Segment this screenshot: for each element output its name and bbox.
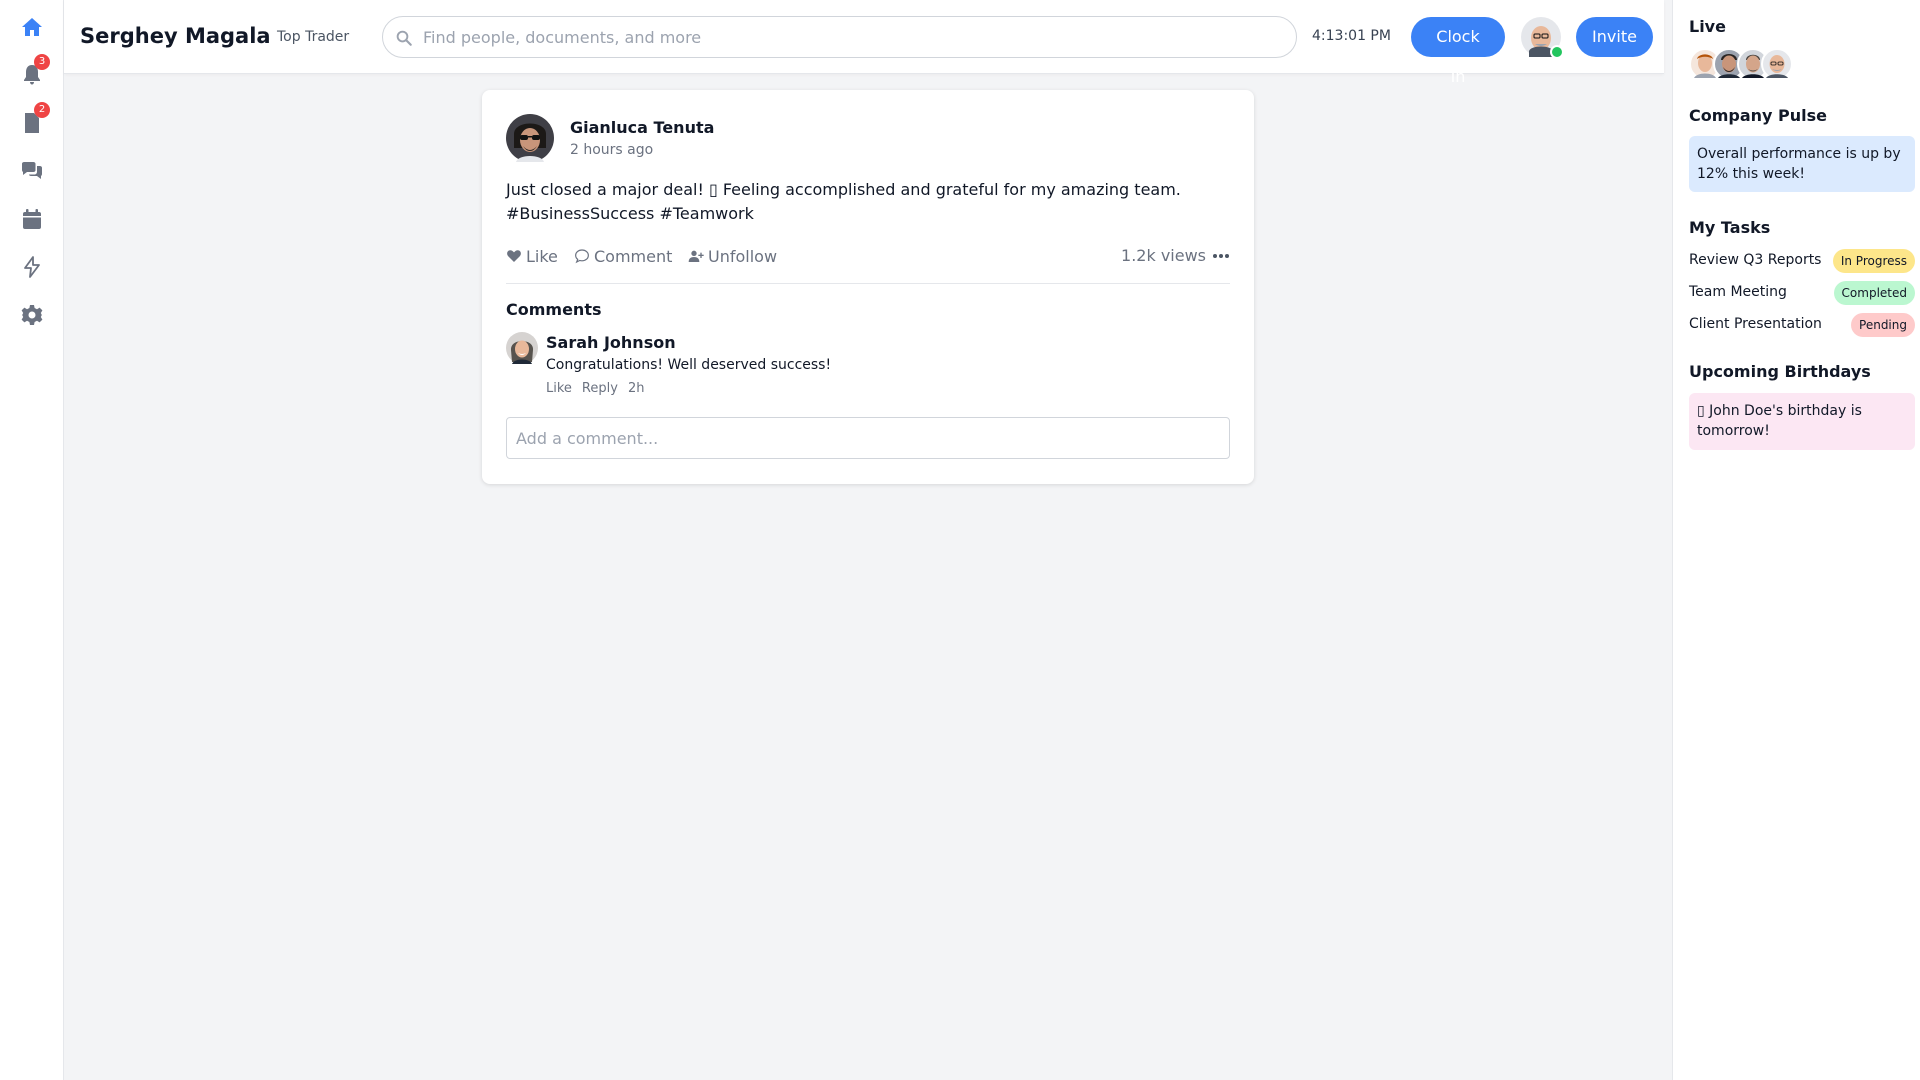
status-badge: In Progress	[1832, 249, 1915, 273]
task-item[interactable]: Client Presentation Pending	[1689, 313, 1915, 337]
comment-author[interactable]: Sarah Johnson	[546, 333, 676, 352]
chat-icon	[22, 162, 42, 179]
unfollow-button[interactable]: Unfollow	[688, 244, 777, 268]
search-icon	[396, 30, 412, 46]
post-actions: Like Comment Unfollow 1.2k views	[506, 244, 1230, 268]
right-panel: Live Company Pulse Overall performance i…	[1672, 0, 1920, 1080]
clock-in-button[interactable]: Clock In	[1411, 17, 1505, 86]
nav-notifications[interactable]: 3	[18, 54, 50, 89]
nav-rail: 3 2	[0, 0, 64, 1080]
comment-time: 2h	[627, 381, 645, 396]
post-author-avatar[interactable]	[506, 114, 554, 162]
app-root: 3 2 Serghey Magala Top Trader 4:13:01 PM…	[0, 0, 1920, 1080]
post-body: Just closed a major deal! ▯ Feeling acco…	[506, 180, 1181, 223]
company-pulse-heading: Company Pulse	[1689, 106, 1828, 125]
status-badge: Pending	[1851, 313, 1915, 337]
user-name: Serghey Magala	[80, 24, 271, 48]
company-pulse-message: Overall performance is up by 12% this we…	[1689, 136, 1915, 192]
comment-button[interactable]: Comment	[574, 244, 672, 268]
search-bar	[382, 16, 1297, 58]
post-timestamp: 2 hours ago	[570, 142, 654, 158]
task-name: Team Meeting	[1689, 284, 1787, 300]
documents-badge: 2	[34, 102, 50, 118]
task-item[interactable]: Team Meeting Completed	[1689, 281, 1915, 305]
bolt-icon	[24, 256, 40, 278]
comment-icon	[575, 249, 589, 264]
live-heading: Live	[1689, 17, 1726, 36]
more-options-icon[interactable]	[1212, 248, 1230, 264]
nav-home[interactable]	[18, 13, 46, 41]
clock: 4:13:01 PM	[1312, 28, 1391, 44]
birthdays-heading: Upcoming Birthdays	[1689, 362, 1871, 381]
comment-input[interactable]	[506, 417, 1230, 459]
user-role: Top Trader	[277, 29, 350, 45]
gear-icon	[21, 305, 43, 325]
comment-text: Congratulations! Well deserved success!	[546, 357, 832, 373]
heart-icon	[507, 250, 521, 262]
search-input[interactable]	[423, 17, 1283, 57]
my-tasks-heading: My Tasks	[1689, 218, 1771, 237]
calendar-icon	[23, 209, 41, 229]
nav-documents[interactable]: 2	[18, 102, 50, 137]
comment-reply-link[interactable]: Reply	[582, 381, 618, 396]
top-bar: Serghey Magala Top Trader 4:13:01 PM Clo…	[64, 0, 1664, 86]
notifications-badge: 3	[34, 54, 50, 70]
like-button[interactable]: Like	[506, 244, 558, 268]
divider	[506, 283, 1230, 284]
commenter-avatar[interactable]	[506, 332, 538, 364]
post-author-name[interactable]: Gianluca Tenuta	[570, 118, 714, 137]
nav-activity[interactable]	[18, 253, 46, 281]
like-label: Like	[526, 246, 558, 266]
task-name: Client Presentation	[1689, 316, 1822, 332]
nav-calendar[interactable]	[18, 205, 46, 233]
status-badge: Completed	[1833, 281, 1915, 305]
user-plus-icon	[688, 250, 704, 262]
unfollow-label: Unfollow	[708, 246, 778, 266]
online-status-indicator	[1550, 45, 1564, 59]
comment-label: Comment	[594, 246, 673, 266]
comment-meta: Like Reply 2h	[546, 381, 644, 396]
nav-settings[interactable]	[18, 301, 46, 329]
comment-like-link[interactable]: Like	[546, 381, 572, 396]
birthday-notice: ▯ John Doe's birthday is tomorrow!	[1689, 393, 1915, 450]
post-card: Gianluca Tenuta 2 hours ago Just closed …	[482, 90, 1254, 484]
task-name: Review Q3 Reports	[1689, 252, 1822, 268]
comments-heading: Comments	[506, 300, 602, 319]
view-count: 1.2k views	[1121, 246, 1206, 265]
invite-button[interactable]: Invite	[1576, 17, 1653, 57]
task-item[interactable]: Review Q3 Reports In Progress	[1689, 249, 1915, 273]
nav-chat[interactable]	[18, 157, 46, 185]
home-icon	[22, 18, 42, 36]
live-avatar[interactable]	[1761, 48, 1793, 80]
